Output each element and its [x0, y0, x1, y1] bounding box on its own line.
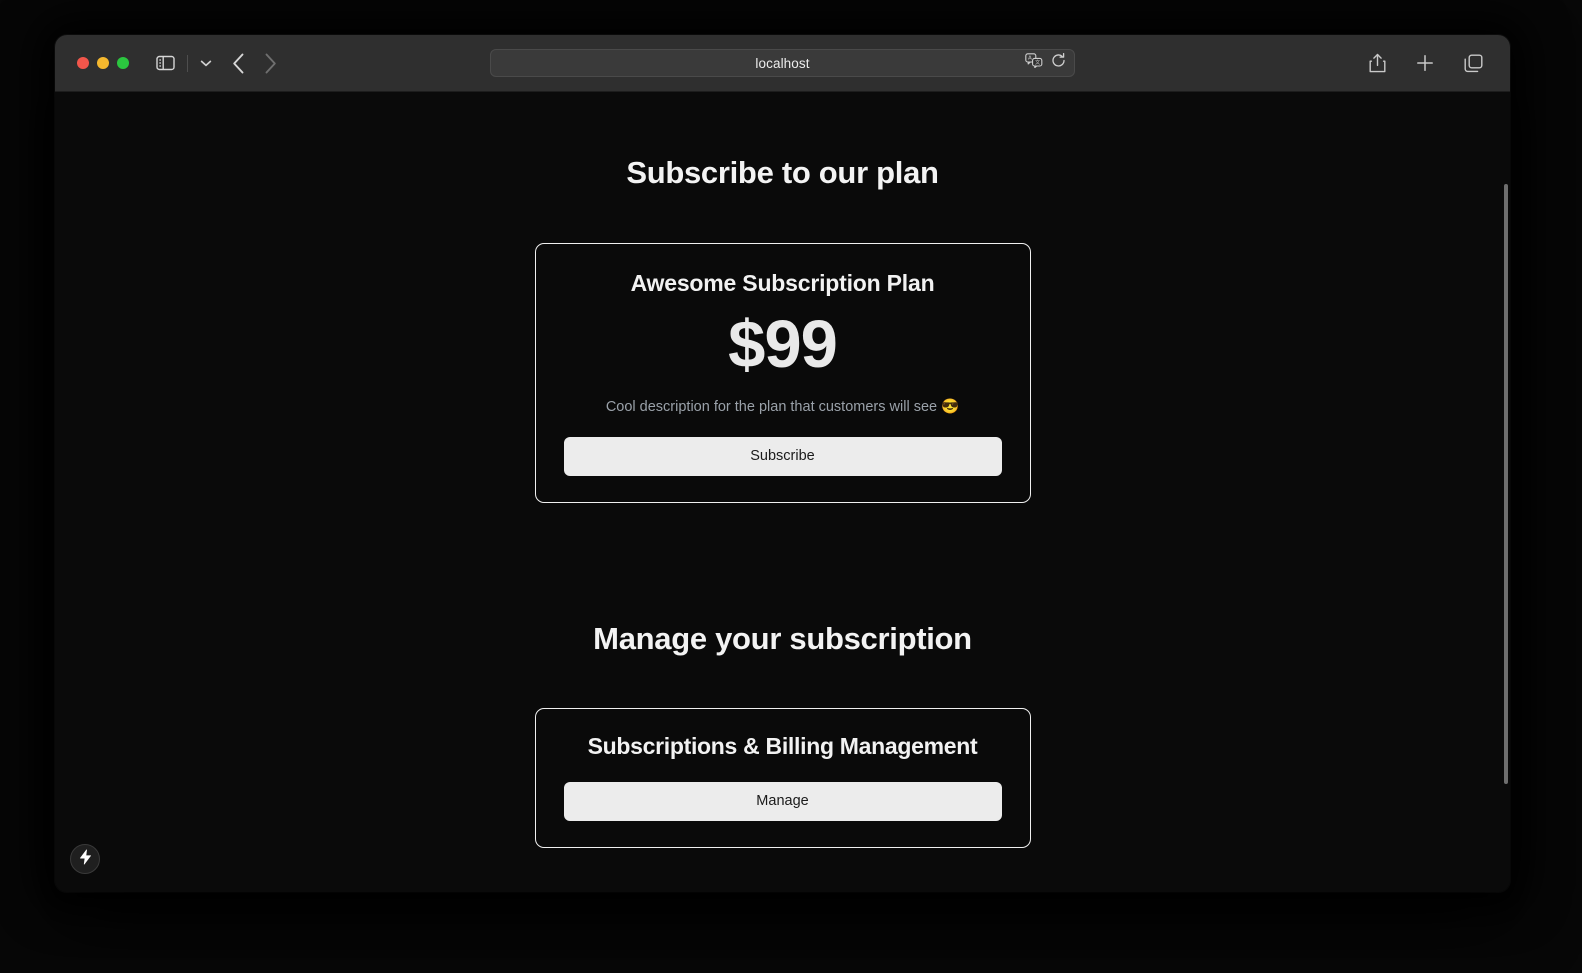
window-controls: [77, 57, 129, 69]
plan-description: Cool description for the plan that custo…: [605, 399, 960, 415]
page-scrollbar[interactable]: [1502, 92, 1510, 892]
new-tab-icon[interactable]: [1411, 51, 1439, 75]
browser-toolbar: localhost A 文: [55, 35, 1510, 92]
share-icon[interactable]: [1364, 50, 1391, 76]
address-bar[interactable]: localhost A 文: [490, 49, 1075, 77]
plan-name: Awesome Subscription Plan: [630, 270, 935, 296]
subscription-plan-card: Awesome Subscription Plan $99 Cool descr…: [534, 243, 1031, 503]
browser-window: localhost A 文 Subscribe to our plan Awes…: [55, 35, 1510, 892]
minimize-window-button[interactable]: [97, 57, 109, 69]
page-inner: Subscribe to our plan Awesome Subscripti…: [55, 92, 1510, 848]
toolbar-right-actions: [1364, 50, 1488, 76]
svg-text:A: A: [1028, 56, 1032, 62]
navigation-buttons: [227, 50, 282, 77]
translate-icon[interactable]: A 文: [1025, 53, 1043, 73]
sidebar-toggle-icon[interactable]: [151, 52, 180, 74]
billing-card-title: Subscriptions & Billing Management: [587, 733, 978, 759]
page-title: Subscribe to our plan: [626, 155, 939, 190]
back-arrow-icon[interactable]: [227, 50, 250, 77]
tab-overview-icon[interactable]: [1459, 51, 1488, 76]
address-bar-text: localhost: [755, 55, 810, 71]
billing-management-card: Subscriptions & Billing Management Manag…: [534, 708, 1031, 848]
maximize-window-button[interactable]: [117, 57, 129, 69]
chevron-down-icon[interactable]: [195, 56, 217, 71]
plan-price: $99: [728, 307, 838, 382]
address-bar-actions: A 文: [1025, 52, 1066, 73]
lightning-bolt-icon: [79, 848, 92, 870]
dev-tools-indicator[interactable]: [70, 844, 100, 874]
manage-section-title: Manage your subscription: [593, 621, 972, 656]
subscribe-button[interactable]: Subscribe: [563, 437, 1002, 476]
toolbar-divider: [187, 54, 188, 72]
close-window-button[interactable]: [77, 57, 89, 69]
reload-icon[interactable]: [1051, 52, 1066, 73]
manage-button[interactable]: Manage: [563, 782, 1002, 821]
forward-arrow-icon[interactable]: [259, 50, 282, 77]
svg-text:文: 文: [1035, 58, 1041, 66]
scrollbar-thumb[interactable]: [1504, 184, 1508, 784]
page-content: Subscribe to our plan Awesome Subscripti…: [55, 92, 1510, 892]
desktop-backdrop: localhost A 文 Subscribe to our plan Awes…: [0, 0, 1582, 973]
